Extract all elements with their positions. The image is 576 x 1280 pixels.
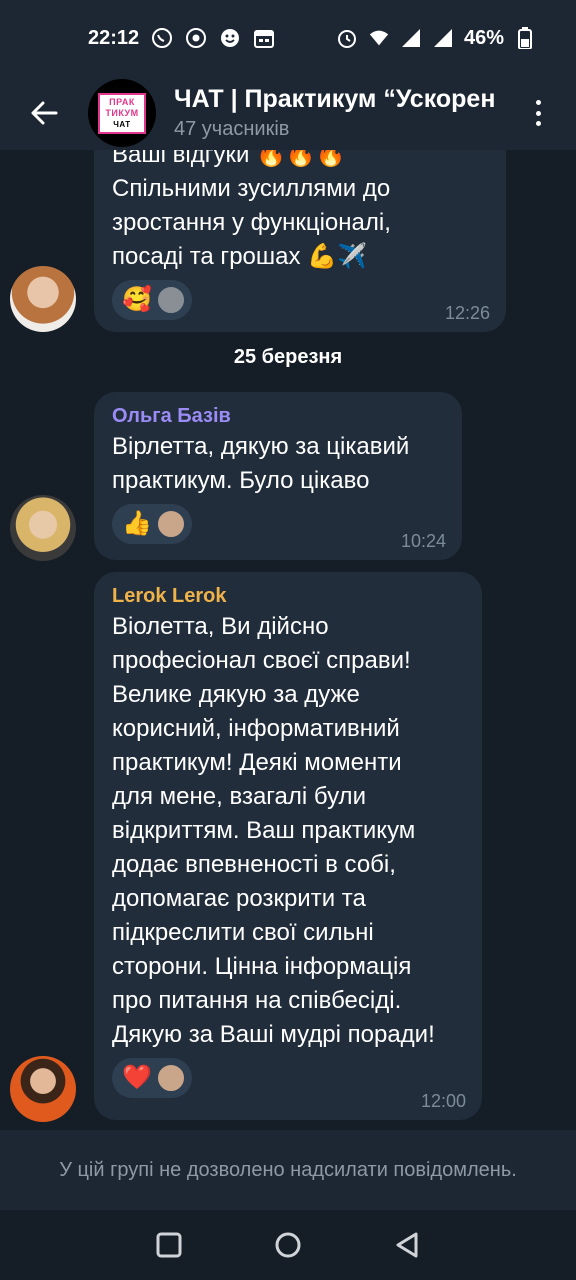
recents-button[interactable] (149, 1225, 189, 1265)
chat-info[interactable]: ЧАТ | Практикум “Ускорення 47 учасників (174, 83, 494, 143)
home-button[interactable] (268, 1225, 308, 1265)
back-button[interactable] (0, 76, 88, 150)
message-line: корисний, інформативний (112, 715, 400, 742)
status-right: 46% (336, 27, 536, 50)
arrow-left-icon (31, 101, 58, 125)
wifi-icon (368, 27, 390, 49)
chrome-icon (185, 27, 207, 49)
reaction-emoji: 🥰 (122, 286, 152, 313)
message-line: професіонал своєї справи! (112, 647, 411, 674)
battery-icon (514, 27, 536, 49)
square-icon (156, 1232, 182, 1258)
status-left: 22:12 (88, 27, 275, 50)
message-line: сторони. Цінна інформація (112, 953, 412, 980)
reaction-chip[interactable]: ❤️ (112, 1058, 192, 1098)
signal-icon-2 (432, 27, 454, 49)
message-line: практикум! Деякі моменти (112, 749, 402, 776)
chat-title: ЧАТ | Практикум “Ускорення (174, 85, 494, 113)
reaction-chip[interactable]: 🥰 (112, 280, 192, 320)
message-line: зростання у функціоналі, (112, 209, 391, 236)
message-line: Велике дякую за дуже (112, 681, 360, 708)
message-line: Спільними зусиллями до (112, 175, 391, 202)
message-line: додає впевненості в собі, (112, 851, 396, 878)
message-text: Вірлетта, дякую за цікавий практикум. Бу… (112, 430, 444, 498)
logo-line-1: ПРАК (109, 96, 135, 107)
status-time: 22:12 (88, 26, 140, 49)
message-text: Ваші відгуки 🔥🔥🔥 Спільними зусиллями до … (112, 150, 488, 274)
message-line: Дякую за Ваші мудрі поради! (112, 1021, 435, 1048)
user-avatar[interactable] (10, 1056, 76, 1122)
viber-icon (151, 27, 173, 49)
message-bubble[interactable]: Ваші відгуки 🔥🔥🔥 Спільними зусиллями до … (94, 150, 506, 332)
dot-icon (535, 121, 541, 126)
more-menu-button[interactable] (526, 94, 550, 132)
dot-icon (535, 110, 541, 116)
message-line: для мене, взагалі були (112, 783, 366, 810)
reactor-avatar (155, 285, 186, 315)
logo-line-3: ЧАТ (113, 119, 131, 129)
message-time: 12:00 (420, 1091, 466, 1111)
bottom-notice-bar: У цій групі не дозволено надсилати повід… (0, 1130, 576, 1210)
chat-member-count: 47 учасників (174, 118, 290, 140)
system-nav-bar (0, 1210, 576, 1280)
back-nav-button[interactable] (387, 1225, 427, 1265)
message-time: 10:24 (400, 531, 446, 551)
reaction-emoji: 👍 (122, 510, 152, 537)
user-avatar[interactable] (10, 495, 76, 561)
message-line: про питання на співбесіді. (112, 987, 402, 1014)
reactions: ❤️ (112, 1058, 464, 1098)
reaction-emoji: ❤️ (122, 1064, 152, 1091)
triangle-back-icon (396, 1232, 418, 1258)
message-line: відкриттям. Ваш практикум (112, 817, 416, 844)
reactions: 👍 (112, 504, 444, 544)
circle-icon (275, 1232, 301, 1258)
message-line: Ваші відгуки 🔥🔥🔥 (112, 150, 346, 168)
user-avatar[interactable] (10, 266, 76, 332)
message-bubble[interactable]: Ольга Базів Вірлетта, дякую за цікавий п… (94, 392, 462, 560)
message-text: Віолетта, Ви дійсно професіонал своєї сп… (112, 610, 464, 1052)
chat-avatar[interactable]: ПРАК ТИКУМ ЧАТ (88, 79, 156, 147)
message-line: практикум. Було цікаво (112, 467, 370, 494)
status-bar: 22:12 46% (0, 0, 576, 76)
reactor-avatar (155, 509, 186, 539)
reactions: 🥰 (112, 280, 488, 320)
message-bubble[interactable]: Lerok Lerok Віолетта, Ви дійсно професіо… (94, 572, 482, 1120)
message-time: 12:26 (444, 303, 490, 323)
message-line: посаді та грошах 💪✈️ (112, 243, 367, 270)
chat-area[interactable]: Ваші відгуки 🔥🔥🔥 Спільними зусиллями до … (0, 150, 576, 1130)
message-line: допомагає розкрити та (112, 885, 366, 912)
chat-header: ПРАК ТИКУМ ЧАТ ЧАТ | Практикум “Ускоренн… (0, 76, 576, 150)
message-line: Віолетта, Ви дійсно (112, 613, 329, 640)
bottom-notice: У цій групі не дозволено надсилати повід… (59, 1158, 517, 1181)
sender-name[interactable]: Lerok Lerok (112, 582, 464, 610)
message-line: підкреслити свої сильні (112, 919, 374, 946)
logo-line-2: ТИКУМ (105, 107, 139, 118)
emoji-app-icon (219, 27, 241, 49)
battery-percent: 46% (463, 26, 504, 49)
sender-name[interactable]: Ольга Базів (112, 402, 444, 430)
date-separator: 25 березня (233, 346, 343, 368)
reactor-avatar (155, 1063, 186, 1093)
signal-icon (400, 27, 422, 49)
calendar-icon (253, 27, 275, 49)
reaction-chip[interactable]: 👍 (112, 504, 192, 544)
alarm-icon (336, 27, 358, 49)
dot-icon (535, 100, 541, 105)
message-line: Вірлетта, дякую за цікавий (112, 433, 410, 460)
chat-logo: ПРАК ТИКУМ ЧАТ (98, 92, 146, 134)
